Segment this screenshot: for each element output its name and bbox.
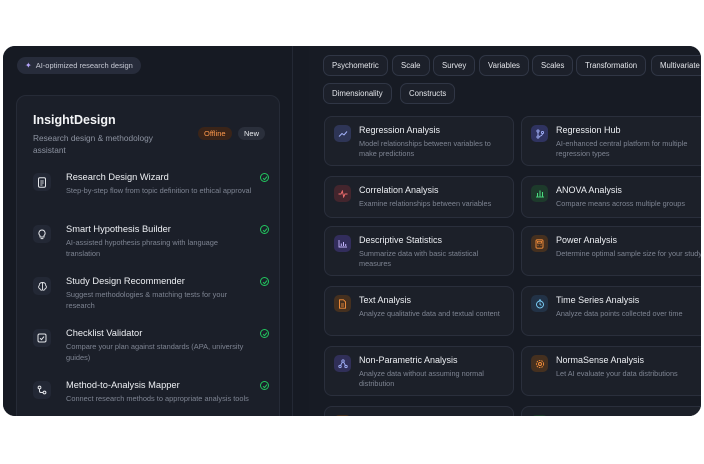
tool-study-design-recommender[interactable]: Study Design Recommender Suggest methodo… [33, 276, 269, 320]
tile-regression-analysis[interactable]: Regression Analysis Model relationships … [324, 116, 514, 166]
tile-desc: Analyze data points collected over time [556, 309, 683, 318]
tile-name: Correlation Analysis [359, 185, 439, 195]
calculator-icon [531, 235, 548, 252]
pulse-icon [334, 185, 351, 202]
check-circle-icon [260, 277, 269, 286]
chip-variables[interactable]: Variables [479, 55, 529, 76]
insightdesign-card: InsightDesign Research design & methodol… [16, 95, 280, 416]
tool-checklist-validator[interactable]: Checklist Validator Compare your plan ag… [33, 328, 269, 372]
chip-scales[interactable]: Scales [532, 55, 574, 76]
tool-method-to-analysis-mapper[interactable]: Method-to-Analysis Mapper Connect resear… [33, 380, 269, 416]
chart-icon [334, 235, 351, 252]
tile-desc: Analyze data without assuming normal dis… [359, 369, 484, 388]
bars-icon [531, 185, 548, 202]
left-panel: ✦ AI-optimized research design InsightDe… [3, 46, 293, 416]
tool-name: Checklist Validator [66, 328, 143, 338]
tile-descriptive-statistics[interactable]: Descriptive Statistics Summarize data wi… [324, 226, 514, 276]
tile-name: Time Series Analysis [556, 295, 640, 305]
tool-smart-hypothesis-builder[interactable]: Smart Hypothesis Builder AI-assisted hyp… [33, 224, 269, 268]
tile-text-analysis[interactable]: Text Analysis Analyze qualitative data a… [324, 286, 514, 336]
app-window: ✦ AI-optimized research design InsightDe… [3, 46, 701, 416]
chip-transformation[interactable]: Transformation [576, 55, 647, 76]
tile-non-parametric-analysis[interactable]: Non-Parametric Analysis Analyze data wit… [324, 346, 514, 396]
card-title: InsightDesign [33, 113, 116, 127]
new-badge: New [238, 127, 266, 140]
tile-desc: Summarize data with basic statistical me… [359, 249, 479, 268]
tile-desc: Determine optimal sample size for your s… [556, 249, 701, 258]
chip-survey[interactable]: Survey [433, 55, 476, 76]
tile-time-series-analysis[interactable]: Time Series Analysis Analyze data points… [521, 286, 701, 336]
tile-partial-left[interactable] [324, 406, 514, 416]
tool-research-design-wizard[interactable]: Research Design Wizard Step-by-step flow… [33, 172, 269, 216]
tile-desc: Analyze qualitative data and textual con… [359, 309, 500, 318]
tile-name: ANOVA Analysis [556, 185, 622, 195]
check-circle-icon [260, 381, 269, 390]
tool-name: Research Design Wizard [66, 172, 169, 182]
chip-dimensionality[interactable]: Dimensionality [323, 83, 392, 104]
tile-normasense-analysis[interactable]: NormaSense Analysis Let AI evaluate your… [521, 346, 701, 396]
tile-correlation-analysis[interactable]: Correlation Analysis Examine relationshi… [324, 176, 514, 218]
check-circle-icon [260, 173, 269, 182]
tool-desc: Connect research methods to appropriate … [66, 394, 249, 403]
check-circle-icon [260, 225, 269, 234]
tile-desc: Examine relationships between variables [359, 199, 492, 208]
tile-name: Power Analysis [556, 235, 618, 245]
card-subtitle: Research design & methodology assistant [33, 133, 153, 155]
offline-badge: Offline [198, 127, 232, 140]
tile-desc: Compare means across multiple groups [556, 199, 685, 208]
panel-divider [293, 46, 309, 416]
brain-icon [33, 277, 51, 295]
tile-name: NormaSense Analysis [556, 355, 645, 365]
tile-name: Non-Parametric Analysis [359, 355, 458, 365]
document-icon [33, 173, 51, 191]
check-circle-icon [260, 329, 269, 338]
tile-desc: Let AI evaluate your data distributions [556, 369, 678, 378]
tile-name: Regression Analysis [359, 125, 441, 135]
tool-name: Study Design Recommender [66, 276, 185, 286]
chip-constructs[interactable]: Constructs [400, 83, 456, 104]
tool-desc: AI-assisted hypothesis phrasing with lan… [66, 238, 219, 258]
route-icon [33, 381, 51, 399]
tile-power-analysis[interactable]: Power Analysis Determine optimal sample … [521, 226, 701, 276]
tile-desc: AI-enhanced central platform for multipl… [556, 139, 688, 158]
ai-chip-label: AI-optimized research design [35, 61, 133, 70]
sparkle-icon: ✦ [25, 61, 32, 70]
tile-regression-hub[interactable]: Regression Hub AI-enhanced central platf… [521, 116, 701, 166]
right-panel: Psychometric Scale Survey Variables Scal… [309, 46, 701, 416]
text-file-icon [334, 295, 351, 312]
tile-name: Text Analysis [359, 295, 412, 305]
tool-desc: Suggest methodologies & matching tests f… [66, 290, 228, 310]
tile-partial-right[interactable] [521, 406, 701, 416]
lightbulb-icon [33, 225, 51, 243]
checkbox-icon [33, 329, 51, 347]
tool-desc: Step-by-step flow from topic definition … [66, 186, 252, 195]
tile-anova-analysis[interactable]: ANOVA Analysis Compare means across mult… [521, 176, 701, 218]
tool-desc: Compare your plan against standards (APA… [66, 342, 244, 362]
partial-tile-icon [531, 415, 548, 416]
nodes-icon [334, 355, 351, 372]
chip-scale[interactable]: Scale [392, 55, 430, 76]
tool-name: Method-to-Analysis Mapper [66, 380, 180, 390]
tile-name: Descriptive Statistics [359, 235, 443, 245]
branch-icon [531, 125, 548, 142]
chip-psychometric[interactable]: Psychometric [323, 55, 388, 76]
ai-optimized-chip[interactable]: ✦ AI-optimized research design [17, 57, 141, 74]
chip-multivariate[interactable]: Multivariate [651, 55, 701, 76]
tool-name: Smart Hypothesis Builder [66, 224, 171, 234]
tile-name: Regression Hub [556, 125, 621, 135]
tile-desc: Model relationships between variables to… [359, 139, 491, 158]
trend-icon [334, 125, 351, 142]
partial-tile-icon [334, 415, 351, 416]
gear-icon [531, 355, 548, 372]
clock-icon [531, 295, 548, 312]
